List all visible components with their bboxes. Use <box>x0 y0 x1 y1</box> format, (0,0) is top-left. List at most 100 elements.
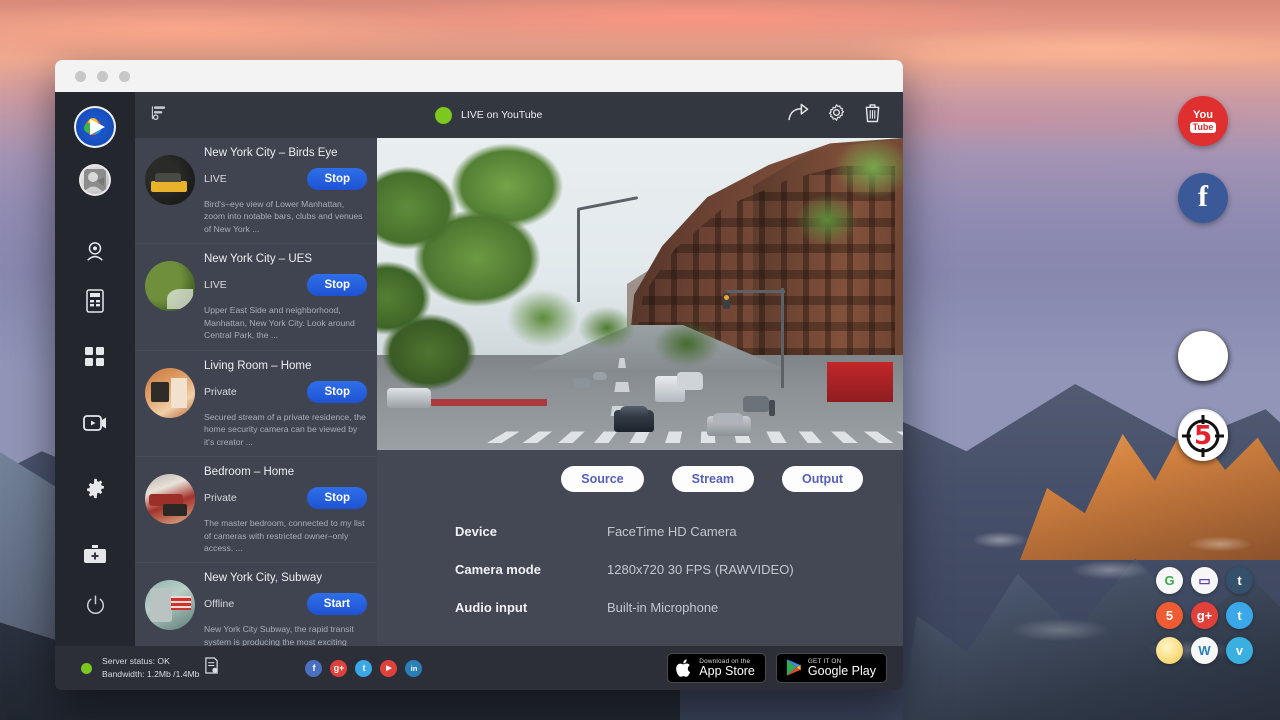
twitter-glyph: t <box>1237 608 1241 623</box>
avatar-icon <box>82 167 108 193</box>
camera-title: New York City – Birds Eye <box>204 147 367 159</box>
main-header-actions <box>788 103 881 128</box>
google-plus-glyph: g+ <box>1197 608 1213 623</box>
spacer-hidden <box>1178 331 1228 381</box>
camera-toggle-button[interactable]: Stop <box>307 487 367 509</box>
wordpress-desktop-icon[interactable]: W <box>1191 637 1218 664</box>
live-status-label: LIVE on YouTube <box>461 109 542 121</box>
server-status-line: Server status: OK <box>102 655 199 668</box>
webcam-icon <box>84 241 106 263</box>
linkedin-share-icon[interactable]: in <box>405 660 422 677</box>
youtube-desktop-icon[interactable]: You Tube <box>1178 96 1228 146</box>
sidebar-item-settings[interactable] <box>75 469 115 509</box>
vimeo-desktop-icon[interactable]: v <box>1226 637 1253 664</box>
sun-icon[interactable] <box>1156 637 1183 664</box>
groups-glyph: G <box>1164 573 1174 588</box>
camera-list-item[interactable]: Living Room – Home Private Stop Secured … <box>135 351 377 457</box>
spec-row: Device FaceTime HD Camera <box>455 524 903 539</box>
add-box-icon <box>84 545 106 564</box>
camera-state: Offline <box>204 598 234 610</box>
twitch-icon[interactable]: ▭ <box>1191 567 1218 594</box>
close-button[interactable] <box>75 71 86 82</box>
camera-list-item[interactable]: New York City, Subway Offline Start New … <box>135 563 377 646</box>
facebook-glyph: f <box>1198 182 1208 212</box>
sort-filter-icon[interactable] <box>151 104 168 126</box>
google-play-icon <box>785 658 802 677</box>
sidebar-item-add-camera[interactable] <box>75 534 115 574</box>
sidebar-item-webcam[interactable] <box>75 232 115 272</box>
camera-list[interactable]: New York City – Birds Eye LIVE Stop Bird… <box>135 138 377 646</box>
spec-value-camera-mode[interactable]: 1280x720 30 FPS (RAWVIDEO) <box>607 562 794 577</box>
source-settings-table: Device FaceTime HD Camera Camera mode 12… <box>377 492 903 638</box>
preview-car-far-1 <box>573 378 591 388</box>
preview-streetlamp-pole <box>577 210 580 302</box>
user-avatar[interactable] <box>79 164 111 196</box>
camera-list-item[interactable]: New York City – Birds Eye LIVE Stop Bird… <box>135 138 377 244</box>
sidebar-item-dashboard[interactable] <box>75 337 115 377</box>
preview-pedestrian <box>769 400 775 416</box>
twitch-glyph: ▭ <box>1198 573 1210 589</box>
facebook-desktop-icon[interactable]: f <box>1178 173 1228 223</box>
gear-icon[interactable] <box>827 103 846 128</box>
five-small-icon[interactable]: 5 <box>1156 602 1183 629</box>
camera-toggle-button[interactable]: Stop <box>307 381 367 403</box>
youtube-share-icon[interactable]: ▶ <box>380 660 397 677</box>
wordpress-glyph: W <box>1198 643 1210 658</box>
tab-output[interactable]: Output <box>782 466 863 492</box>
spec-key-camera-mode: Camera mode <box>455 562 607 577</box>
main-header: LIVE on YouTube <box>377 92 903 138</box>
spec-row: Camera mode 1280x720 30 FPS (RAWVIDEO) <box>455 562 903 577</box>
minimize-button[interactable] <box>97 71 108 82</box>
google-plus-share-icon[interactable]: g+ <box>330 660 347 677</box>
camera-state: Private <box>204 492 237 504</box>
spec-row: Audio input Built-in Microphone <box>455 600 903 615</box>
facebook-share-icon[interactable]: f <box>305 660 322 677</box>
video-preview[interactable] <box>377 138 903 450</box>
app-store-badge[interactable]: Download on the App Store <box>667 653 766 684</box>
camera-title: New York City – UES <box>204 253 367 265</box>
app-logo[interactable] <box>74 106 116 148</box>
five-glyph: 5 <box>1166 608 1173 623</box>
spec-key-audio-input: Audio input <box>455 600 607 615</box>
preview-traffic-arm <box>727 290 785 293</box>
camera-description: Upper East Side and neighborhood, Manhat… <box>204 304 367 341</box>
app-store-main-text: App Store <box>699 665 755 679</box>
google-play-badge[interactable]: GET IT ON Google Play <box>776 653 887 684</box>
camera-toggle-button[interactable]: Start <box>307 593 367 615</box>
camera-toggle-button[interactable]: Stop <box>307 168 367 190</box>
power-icon <box>86 595 105 614</box>
camera-list-item[interactable]: New York City – UES LIVE Stop Upper East… <box>135 244 377 350</box>
sidebar-item-power[interactable] <box>75 584 115 624</box>
sidebar-item-device[interactable] <box>75 281 115 321</box>
tab-source[interactable]: Source <box>561 466 643 492</box>
tumblr-icon[interactable]: t <box>1226 567 1253 594</box>
trash-icon[interactable] <box>864 103 881 128</box>
html5-target-desktop-icon[interactable]: 5 <box>1178 411 1228 461</box>
twitter-share-icon[interactable]: t <box>355 660 372 677</box>
google-plus-desktop-icon[interactable]: g+ <box>1191 602 1218 629</box>
camera-thumbnail <box>145 474 195 524</box>
tab-stream[interactable]: Stream <box>672 466 754 492</box>
preview-right-trees <box>793 138 903 268</box>
camera-description: New York City Subway, the rapid transit … <box>204 623 367 646</box>
camera-state: Private <box>204 386 237 398</box>
preview-car-silver-roof <box>713 413 743 424</box>
camera-thumbnail <box>145 580 195 630</box>
sidebar-item-media[interactable] <box>75 403 115 443</box>
share-icon[interactable] <box>788 103 809 128</box>
camera-toggle-button[interactable]: Stop <box>307 274 367 296</box>
video-icon <box>83 414 107 432</box>
grid-icon <box>85 347 105 367</box>
main-panel: LIVE on YouTube <box>377 92 903 646</box>
twitter-desktop-icon[interactable]: t <box>1226 602 1253 629</box>
spec-value-audio-input[interactable]: Built-in Microphone <box>607 600 718 615</box>
maximize-button[interactable] <box>119 71 130 82</box>
camera-list-panel: New York City – Birds Eye LIVE Stop Bird… <box>135 92 377 646</box>
document-log-icon[interactable] <box>204 657 219 679</box>
preview-traffic-light-lamp <box>724 295 729 300</box>
spec-value-device[interactable]: FaceTime HD Camera <box>607 524 737 539</box>
camera-description: Secured stream of a private residence, t… <box>204 411 367 448</box>
groups-icon[interactable]: G <box>1156 567 1183 594</box>
play-logo-icon <box>82 114 108 140</box>
camera-list-item[interactable]: Bedroom – Home Private Stop The master b… <box>135 457 377 563</box>
